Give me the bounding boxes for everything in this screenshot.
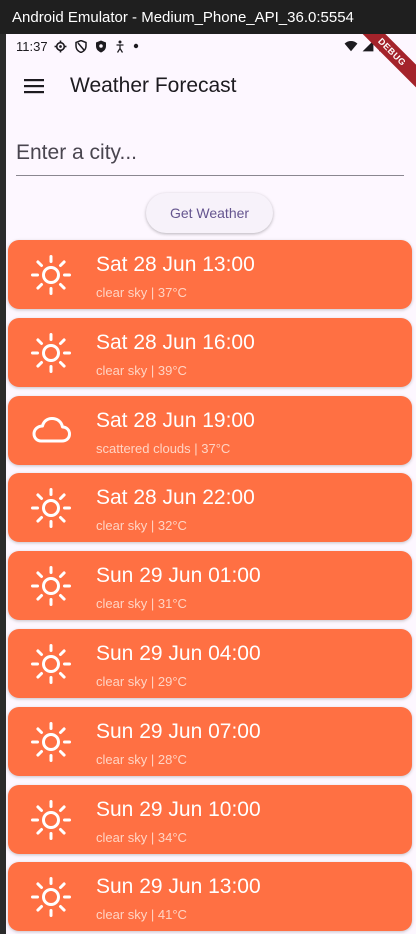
phone-screen: 11:37 DEBUG Weather Forecast Enter a cit…: [6, 34, 416, 934]
forecast-card[interactable]: Sat 28 Jun 19:00 scattered clouds | 37°C: [8, 396, 412, 465]
get-weather-button[interactable]: Get Weather: [146, 193, 273, 233]
app-bar: Weather Forecast: [6, 58, 416, 114]
forecast-condition: clear sky | 39°C: [96, 363, 187, 378]
city-input-container: [16, 128, 404, 176]
forecast-card[interactable]: Sun 29 Jun 07:00 clear sky | 28°C: [8, 707, 412, 776]
settings-icon: [54, 40, 67, 53]
forecast-card[interactable]: Sun 29 Jun 04:00 clear sky | 29°C: [8, 629, 412, 698]
forecast-time: Sun 29 Jun 01:00: [96, 564, 261, 587]
emulator-window-title: Android Emulator - Medium_Phone_API_36.0…: [0, 0, 416, 34]
forecast-condition: clear sky | 31°C: [96, 596, 187, 611]
cloud-icon: [30, 410, 72, 452]
forecast-condition: clear sky | 32°C: [96, 518, 187, 533]
forecast-time: Sat 28 Jun 16:00: [96, 331, 255, 354]
sun-icon: [30, 799, 72, 841]
city-input[interactable]: [16, 141, 404, 175]
forecast-card[interactable]: Sat 28 Jun 16:00 clear sky | 39°C: [8, 318, 412, 387]
dot-icon: [133, 43, 139, 49]
forecast-time: Sun 29 Jun 13:00: [96, 875, 261, 898]
forecast-condition: clear sky | 41°C: [96, 907, 187, 922]
shield-icon: [74, 39, 87, 53]
forecast-condition: clear sky | 34°C: [96, 830, 187, 845]
forecast-condition: clear sky | 28°C: [96, 752, 187, 767]
sun-icon: [30, 254, 72, 296]
forecast-time: Sat 28 Jun 13:00: [96, 253, 255, 276]
forecast-card[interactable]: Sun 29 Jun 01:00 clear sky | 31°C: [8, 551, 412, 620]
status-time: 11:37: [16, 38, 48, 54]
forecast-condition: scattered clouds | 37°C: [96, 441, 231, 456]
play-protect-icon: [95, 40, 107, 53]
accessibility-icon: [115, 40, 125, 53]
sun-icon: [30, 332, 72, 374]
forecast-card[interactable]: Sat 28 Jun 13:00 clear sky | 37°C: [8, 240, 412, 309]
forecast-time: Sun 29 Jun 07:00: [96, 720, 261, 743]
forecast-time: Sat 28 Jun 19:00: [96, 409, 255, 432]
forecast-card[interactable]: Sun 29 Jun 10:00 clear sky | 34°C: [8, 785, 412, 854]
sun-icon: [30, 721, 72, 763]
forecast-card[interactable]: Sat 28 Jun 22:00 clear sky | 32°C: [8, 473, 412, 542]
sun-icon: [30, 876, 72, 918]
sun-icon: [30, 565, 72, 607]
wifi-icon: [344, 40, 358, 55]
sun-icon: [30, 487, 72, 529]
status-left-icons: [54, 39, 139, 53]
sun-icon: [30, 643, 72, 685]
forecast-condition: clear sky | 29°C: [96, 674, 187, 689]
forecast-time: Sun 29 Jun 04:00: [96, 642, 261, 665]
forecast-time: Sat 28 Jun 22:00: [96, 486, 255, 509]
status-bar: 11:37: [6, 34, 416, 58]
app-title: Weather Forecast: [70, 74, 237, 97]
forecast-condition: clear sky | 37°C: [96, 285, 187, 300]
forecast-time: Sun 29 Jun 10:00: [96, 798, 261, 821]
forecast-card[interactable]: Sun 29 Jun 13:00 clear sky | 41°C: [8, 862, 412, 931]
hamburger-menu-icon[interactable]: [6, 58, 62, 114]
